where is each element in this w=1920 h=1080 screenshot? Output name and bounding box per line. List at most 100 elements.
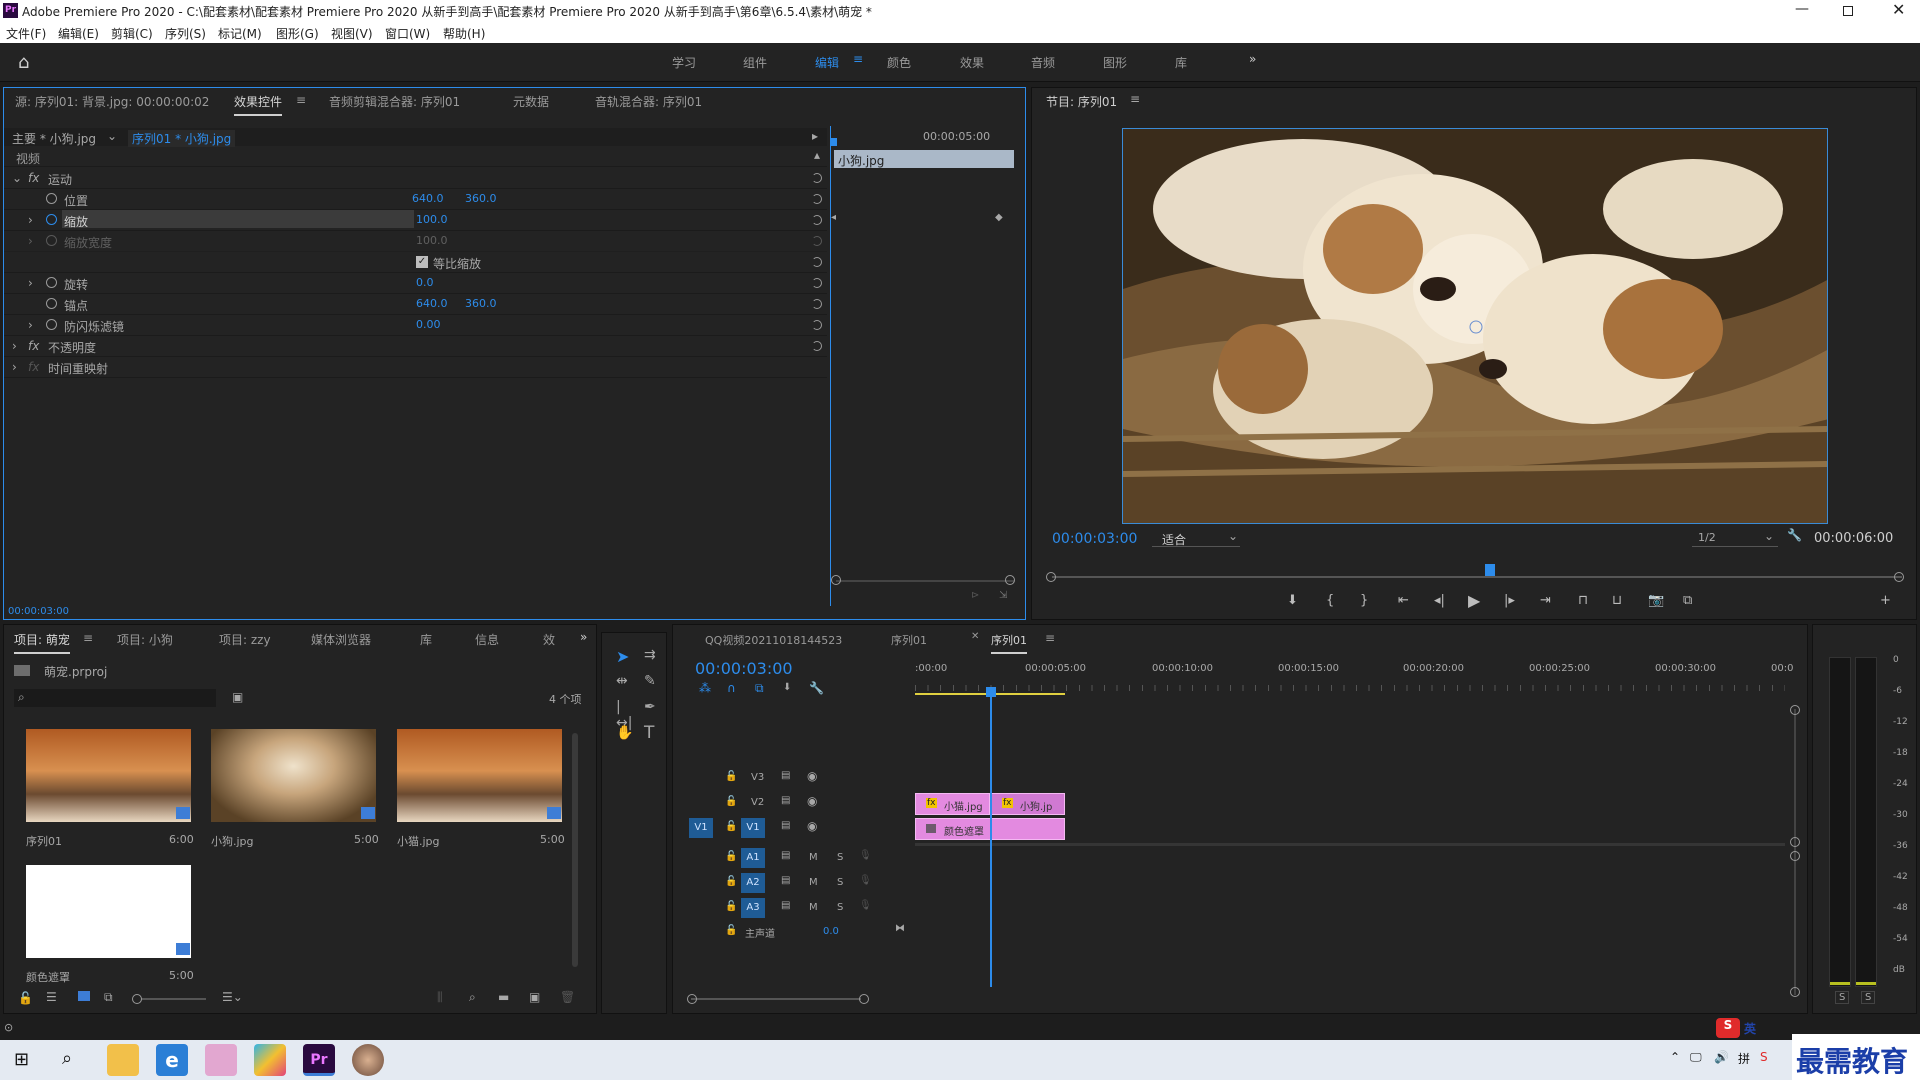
extract-icon[interactable]: ⊔ (1612, 593, 1622, 608)
mini-zoom-bar[interactable] (836, 580, 1014, 582)
program-playhead-timecode[interactable]: 00:00:03:00 (1052, 531, 1137, 547)
button-editor-icon[interactable]: + (1880, 593, 1891, 608)
edge-browser-icon[interactable]: e (156, 1044, 188, 1076)
menu-help[interactable]: 帮助(H) (443, 25, 485, 42)
icon-view-icon[interactable] (78, 991, 90, 1001)
track-v3[interactable]: 🔓 V3 ▤ ◉ (673, 767, 903, 791)
param-row-rotation[interactable]: › 旋转 0.0 (4, 273, 827, 294)
clear-icon[interactable]: 🗑 (560, 990, 575, 1004)
play-icon[interactable]: ▶ (1468, 591, 1480, 610)
position-y-value[interactable]: 360.0 (465, 192, 497, 205)
tab-qq-video[interactable]: QQ视频20211018144523 (705, 632, 842, 648)
home-icon[interactable]: ⌂ (18, 52, 29, 73)
timeline-timecode[interactable]: 00:00:03:00 (695, 659, 793, 678)
reset-rotation-icon[interactable] (812, 278, 822, 288)
anchor-y-value[interactable]: 360.0 (465, 297, 497, 310)
motion-row[interactable]: ⌄ fx 运动 (4, 168, 827, 189)
network-icon[interactable]: 🖵 (1690, 1050, 1702, 1065)
antiflicker-expand-icon[interactable]: › (28, 318, 33, 332)
linked-selection-icon[interactable]: ⧉ (755, 681, 764, 696)
quality-select[interactable]: 1/2 ⌄ (1692, 529, 1778, 547)
tab-media-browser[interactable]: 媒体浏览器 (311, 631, 371, 648)
hscroll-left-handle[interactable] (687, 994, 697, 1004)
mark-out-icon[interactable]: } (1360, 593, 1368, 608)
uniform-scale-checkbox[interactable]: ✓ (416, 256, 428, 268)
stopwatch-icon[interactable] (46, 214, 57, 225)
sync-lock-icon[interactable]: ▤ (781, 900, 790, 911)
program-scrub-playhead[interactable] (1485, 564, 1495, 576)
add-marker-icon[interactable]: ⬇ (783, 682, 791, 693)
sync-lock-icon[interactable]: ▤ (781, 850, 790, 861)
project-item[interactable]: 小猫.jpg 5:00 (395, 727, 565, 848)
snap-icon[interactable]: ∩ (727, 681, 736, 695)
keyframe-diamond-icon[interactable]: ◆ (995, 212, 1003, 223)
timeline-hscroll[interactable] (687, 994, 869, 1004)
vscroll-handle-top[interactable] (1790, 705, 1800, 715)
opacity-expand-icon[interactable]: › (12, 339, 17, 353)
program-scrubber[interactable] (1052, 564, 1902, 578)
tab-project-puppy[interactable]: 项目: 小狗 (117, 631, 173, 648)
clip-kitten[interactable]: fx 小猫.jpg (915, 793, 990, 815)
track-a1[interactable]: 🔓 A1 ▤ M S 🎙 (673, 847, 903, 871)
hscroll-right-handle[interactable] (859, 994, 869, 1004)
lock-icon[interactable]: 🔓 (18, 991, 33, 1005)
fit-select[interactable]: 适合 ⌄ (1152, 529, 1240, 547)
sogou-tray-icon[interactable]: S (1760, 1050, 1768, 1064)
zoom-slider-handle[interactable] (132, 994, 142, 1004)
playhead-head[interactable] (986, 687, 996, 697)
taskbar-search-icon[interactable]: ⌕ (62, 1048, 72, 1069)
source-patch-v1[interactable]: V1 (689, 818, 713, 838)
clip-dropdown-icon[interactable]: ⌄ (107, 129, 117, 143)
project-item[interactable]: 序列01 6:00 (24, 727, 194, 848)
sort-icon[interactable]: ☰⌄ (222, 990, 243, 1004)
workspace-learn[interactable]: 学习 (672, 54, 696, 71)
ime-tray-icon[interactable]: 拼 (1738, 1050, 1750, 1067)
ime-sogou-icon[interactable]: S (1716, 1018, 1740, 1038)
reset-motion-icon[interactable] (812, 173, 822, 183)
avatar-app-icon[interactable] (352, 1044, 384, 1076)
tab-project-mengchong[interactable]: 项目: 萌宠 (14, 631, 70, 654)
timeline-settings-icon[interactable]: 🔧 (809, 681, 824, 695)
menu-window[interactable]: 窗口(W) (385, 25, 430, 42)
solo-right-button[interactable]: S (1861, 991, 1876, 1004)
position-x-value[interactable]: 640.0 (412, 192, 444, 205)
insert-nest-icon[interactable]: ⁂ (699, 681, 711, 695)
menu-edit[interactable]: 编辑(E) (58, 25, 99, 42)
minimize-icon[interactable]: — (1795, 1, 1809, 17)
reset-position-icon[interactable] (812, 194, 822, 204)
step-back-icon[interactable]: ◂| (1434, 593, 1445, 608)
workspace-assembly[interactable]: 组件 (743, 54, 767, 71)
lock-icon[interactable]: 🔓 (725, 901, 737, 912)
lock-icon[interactable]: 🔓 (725, 851, 737, 862)
stopwatch-icon[interactable] (46, 319, 57, 330)
menu-marker[interactable]: 标记(M) (218, 25, 262, 42)
track-v2[interactable]: 🔓 V2 ▤ ◉ (673, 792, 903, 816)
hand-tool-icon[interactable]: ✋ (616, 725, 633, 741)
volume-icon[interactable]: 🔊 (1714, 1050, 1729, 1064)
ime-language[interactable]: 英 (1744, 1020, 1756, 1037)
param-row-scale[interactable]: › 缩放 100.0 (4, 210, 827, 231)
automate-icon[interactable]: ⫼ (437, 990, 443, 1005)
list-view-icon[interactable]: ☰ (46, 990, 57, 1004)
menu-view[interactable]: 视图(V) (331, 25, 373, 42)
eye-icon[interactable]: ◉ (807, 769, 817, 783)
workspace-editing[interactable]: 编辑 (815, 54, 839, 71)
reset-uniform-icon[interactable] (812, 257, 822, 267)
freeform-view-icon[interactable]: ⧉ (104, 990, 113, 1005)
workspace-graphics[interactable]: 图形 (1103, 54, 1127, 71)
eye-icon[interactable]: ◉ (807, 794, 817, 808)
type-tool-icon[interactable]: T (644, 723, 660, 743)
program-video-frame[interactable] (1122, 128, 1828, 524)
antiflicker-value[interactable]: 0.00 (416, 318, 441, 331)
workspace-color[interactable]: 颜色 (887, 54, 911, 71)
pen-tool-icon[interactable]: ✒ (644, 699, 660, 715)
tab-info[interactable]: 信息 (475, 631, 499, 648)
tab-audio-clip-mixer[interactable]: 音频剪辑混合器: 序列01 (329, 93, 460, 110)
zoom-handle-left[interactable] (831, 575, 841, 585)
master-volume[interactable]: 0.0 (823, 926, 839, 937)
step-forward-icon[interactable]: |▸ (1504, 593, 1515, 608)
track-select-tool-icon[interactable]: ⇉ (644, 647, 660, 663)
stopwatch-icon[interactable] (46, 298, 57, 309)
scale-value[interactable]: 100.0 (416, 213, 448, 226)
mute-button[interactable]: M (809, 852, 818, 863)
